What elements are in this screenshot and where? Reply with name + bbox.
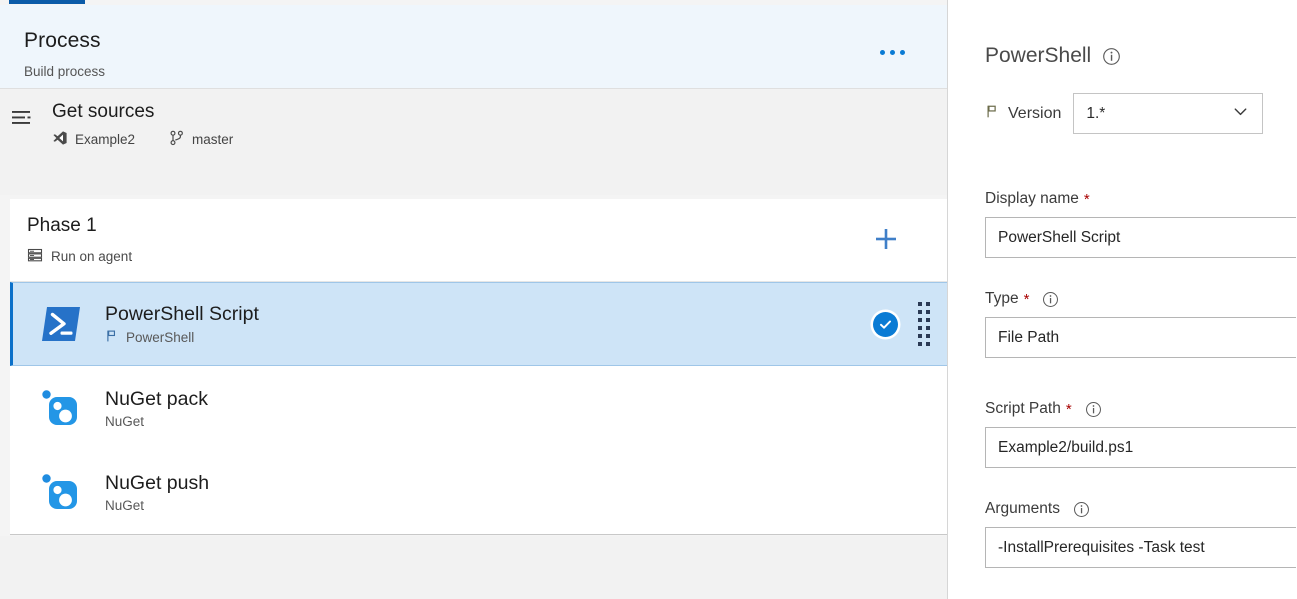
- repository-name: Example2: [75, 132, 136, 147]
- field-display-name: Display name * PowerShell Script: [985, 190, 1296, 258]
- flag-icon: [985, 104, 1000, 124]
- ellipsis-dot: [889, 49, 895, 55]
- drag-handle[interactable]: [918, 302, 930, 346]
- type-input[interactable]: File Path: [985, 317, 1296, 358]
- details-title-row: PowerShell: [985, 44, 1121, 68]
- task-row-nuget-push[interactable]: NuGet push NuGet: [10, 450, 947, 534]
- field-label: Script Path *: [985, 400, 1296, 418]
- task-subtitle-label: NuGet: [105, 414, 145, 430]
- version-label: Version: [985, 104, 1061, 124]
- visual-studio-repo-icon: [52, 130, 68, 149]
- drag-dot: [918, 318, 922, 322]
- drag-dot: [926, 310, 930, 314]
- task-row-nuget-pack[interactable]: NuGet pack NuGet: [10, 366, 947, 450]
- info-icon[interactable]: [1085, 401, 1102, 418]
- repository-info: Example2: [52, 130, 135, 149]
- task-name: NuGet push: [105, 471, 210, 494]
- get-sources-row[interactable]: Get sources Example2 master: [0, 89, 947, 195]
- process-pane: Process Build process Get sources Exampl…: [0, 0, 948, 599]
- get-sources-title: Get sources: [52, 101, 155, 122]
- phase-meta: Run on agent: [27, 247, 132, 266]
- field-label-text: Type: [985, 290, 1019, 307]
- powershell-icon: [37, 300, 85, 348]
- phase-title: Phase 1: [27, 215, 97, 236]
- build-pipeline-editor: Process Build process Get sources Exampl…: [0, 0, 1297, 599]
- nuget-icon: [37, 384, 85, 432]
- flag-icon: [105, 329, 119, 346]
- drag-dot: [926, 326, 930, 330]
- check-circle-icon: [873, 311, 898, 337]
- arguments-input[interactable]: -InstallPrerequisites -Task test: [985, 527, 1296, 568]
- field-label-text: Display name: [985, 190, 1079, 207]
- task-row-powershell-script[interactable]: PowerShell Script PowerShell: [10, 282, 947, 366]
- field-type: Type * File Path: [985, 290, 1296, 358]
- chevron-down-icon: [1231, 102, 1250, 126]
- field-label: Arguments: [985, 500, 1296, 518]
- info-icon[interactable]: [1102, 47, 1121, 66]
- git-branch-icon: [169, 130, 185, 149]
- drag-dot: [926, 342, 930, 346]
- drag-dot: [918, 342, 922, 346]
- task-text: PowerShell Script PowerShell: [105, 302, 259, 346]
- info-icon[interactable]: [1042, 291, 1059, 308]
- phase-subtitle: Run on agent: [51, 249, 133, 264]
- task-row-actions: [873, 302, 947, 346]
- ellipsis-dot: [899, 49, 905, 55]
- task-name: NuGet pack: [105, 387, 208, 410]
- task-subtitle: NuGet: [105, 414, 208, 429]
- field-script-path: Script Path * Example2/build.ps1: [985, 400, 1296, 468]
- agent-server-icon: [27, 247, 43, 266]
- plus-icon: [876, 229, 896, 249]
- script-path-input[interactable]: Example2/build.ps1: [985, 427, 1296, 468]
- field-label: Type *: [985, 290, 1296, 308]
- drag-dot: [926, 318, 930, 322]
- drag-dot: [926, 334, 930, 338]
- phase-row[interactable]: Phase 1 Run on agent: [10, 199, 947, 282]
- display-name-input[interactable]: PowerShell Script: [985, 217, 1296, 258]
- info-icon[interactable]: [1073, 501, 1090, 518]
- drag-dot: [918, 326, 922, 330]
- task-text: NuGet push NuGet: [105, 471, 209, 513]
- required-indicator: *: [1065, 400, 1072, 418]
- add-task-button[interactable]: [871, 224, 901, 254]
- ellipsis-icon[interactable]: [875, 43, 909, 61]
- required-indicator: *: [1023, 290, 1030, 308]
- page-title: Process: [24, 29, 101, 52]
- drag-dot: [926, 302, 930, 306]
- field-label-text: Script Path: [985, 400, 1061, 417]
- ellipsis-dot: [879, 49, 885, 55]
- field-arguments: Arguments -InstallPrerequisites -Task te…: [985, 500, 1296, 568]
- task-text: NuGet pack NuGet: [105, 387, 208, 429]
- active-tab-accent-bar: [9, 0, 85, 4]
- task-details-pane: PowerShell Version 1.* Display name * Po…: [948, 0, 1296, 599]
- field-label-text: Arguments: [985, 500, 1060, 517]
- task-name: PowerShell Script: [105, 302, 259, 325]
- version-value: 1.*: [1086, 104, 1106, 122]
- tasks-card: Phase 1 Run on agent PowerShell Script P…: [10, 199, 947, 535]
- drag-dot: [918, 310, 922, 314]
- branch-info: master: [169, 130, 233, 149]
- required-indicator: *: [1083, 190, 1090, 208]
- version-row: Version 1.*: [985, 93, 1264, 134]
- pane-background-filler: [0, 536, 947, 599]
- get-sources-meta: Example2 master: [52, 130, 233, 149]
- field-label: Display name *: [985, 190, 1296, 208]
- drag-dot: [918, 302, 922, 306]
- task-subtitle-label: PowerShell: [126, 330, 195, 346]
- get-sources-icon: [10, 106, 34, 130]
- page-subtitle: Build process: [24, 64, 106, 79]
- task-subtitle: PowerShell: [105, 329, 259, 346]
- nuget-icon: [37, 468, 85, 516]
- branch-name: master: [192, 132, 234, 147]
- version-label-text: Version: [1008, 104, 1062, 122]
- process-header: Process Build process: [0, 5, 947, 89]
- task-subtitle-label: NuGet: [105, 498, 145, 514]
- drag-dot: [918, 334, 922, 338]
- version-select[interactable]: 1.*: [1073, 93, 1264, 134]
- details-title: PowerShell: [985, 44, 1092, 67]
- task-subtitle: NuGet: [105, 498, 209, 513]
